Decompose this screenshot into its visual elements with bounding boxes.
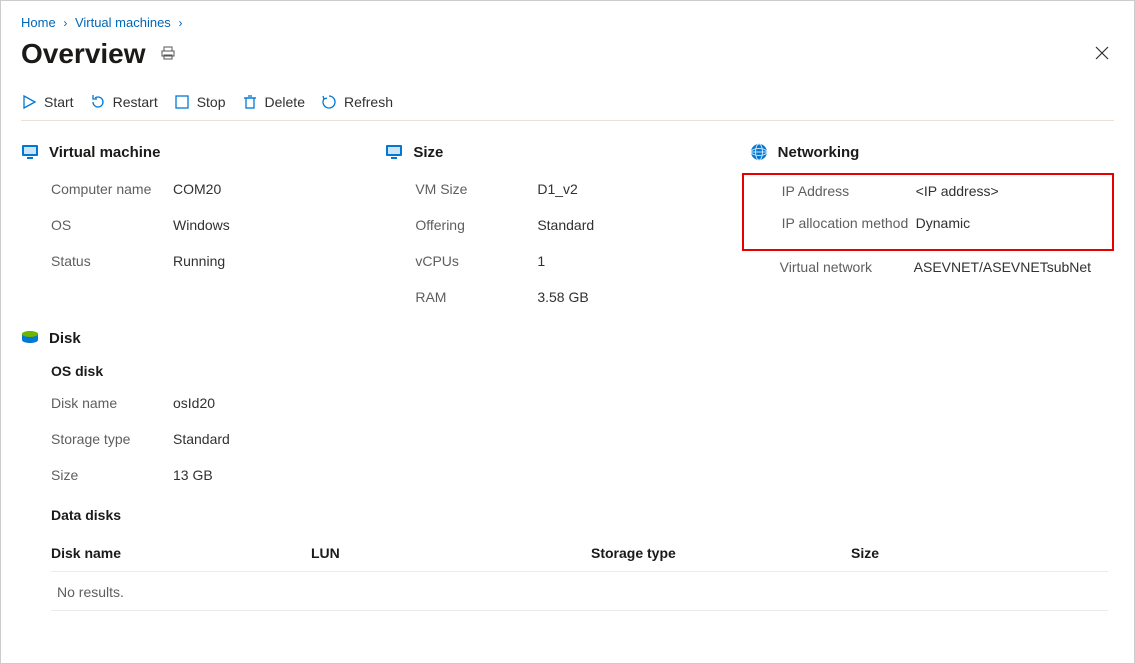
disk-name-label: Disk name	[51, 395, 173, 411]
stop-label: Stop	[197, 94, 226, 110]
stop-button[interactable]: Stop	[174, 94, 226, 110]
disk-section-title: Disk	[49, 330, 81, 347]
networking-section-title: Networking	[778, 144, 860, 161]
col-disk-name: Disk name	[51, 545, 311, 561]
ram-value: 3.58 GB	[537, 289, 588, 305]
monitor-icon	[385, 143, 403, 161]
status-value: Running	[173, 253, 225, 269]
data-disks-table-header: Disk name LUN Storage type Size	[51, 545, 1108, 572]
start-label: Start	[44, 94, 74, 110]
delete-label: Delete	[265, 94, 305, 110]
restart-button[interactable]: Restart	[90, 94, 158, 110]
status-label: Status	[51, 253, 173, 269]
chevron-right-icon: ›	[174, 16, 186, 30]
vnet-label: Virtual network	[780, 259, 914, 275]
ram-label: RAM	[415, 289, 537, 305]
computer-name-value: COM20	[173, 181, 221, 197]
disk-size-value: 13 GB	[173, 467, 213, 483]
toolbar: Start Restart Stop Delete Refresh	[21, 88, 1114, 121]
trash-icon	[242, 94, 258, 110]
offering-label: Offering	[415, 217, 537, 233]
storage-type-value: Standard	[173, 431, 230, 447]
vmsize-label: VM Size	[415, 181, 537, 197]
col-storage-type: Storage type	[591, 545, 851, 561]
stop-icon	[174, 94, 190, 110]
networking-highlight-box: IP Address<IP address> IP allocation met…	[742, 173, 1114, 251]
refresh-icon	[321, 94, 337, 110]
refresh-button[interactable]: Refresh	[321, 94, 393, 110]
offering-value: Standard	[537, 217, 594, 233]
col-lun: LUN	[311, 545, 591, 561]
print-icon[interactable]	[160, 45, 176, 64]
computer-name-label: Computer name	[51, 181, 173, 197]
disk-size-label: Size	[51, 467, 173, 483]
col-size: Size	[851, 545, 1108, 561]
ip-alloc-label: IP allocation method	[782, 215, 916, 231]
monitor-icon	[21, 143, 39, 161]
delete-button[interactable]: Delete	[242, 94, 305, 110]
vm-section-title: Virtual machine	[49, 144, 160, 161]
ip-address-label: IP Address	[782, 183, 916, 199]
close-icon[interactable]	[1094, 45, 1114, 64]
vcpus-value: 1	[537, 253, 545, 269]
start-button[interactable]: Start	[21, 94, 74, 110]
disk-icon	[21, 329, 39, 347]
storage-type-label: Storage type	[51, 431, 173, 447]
breadcrumb: Home › Virtual machines ›	[21, 11, 1114, 36]
chevron-right-icon: ›	[59, 16, 71, 30]
os-label: OS	[51, 217, 173, 233]
vmsize-value: D1_v2	[537, 181, 577, 197]
refresh-label: Refresh	[344, 94, 393, 110]
no-results-row: No results.	[51, 572, 1108, 611]
ip-address-value: <IP address>	[916, 183, 999, 199]
data-disks-heading: Data disks	[51, 507, 1114, 523]
size-section-title: Size	[413, 144, 443, 161]
disk-name-value: osId20	[173, 395, 215, 411]
breadcrumb-home[interactable]: Home	[21, 15, 56, 30]
os-disk-heading: OS disk	[51, 363, 1114, 379]
vnet-value: ASEVNET/ASEVNETsubNet	[914, 259, 1091, 275]
play-icon	[21, 94, 37, 110]
page-title: Overview	[21, 38, 146, 70]
globe-icon	[750, 143, 768, 161]
restart-label: Restart	[113, 94, 158, 110]
ip-alloc-value: Dynamic	[916, 215, 970, 231]
vcpus-label: vCPUs	[415, 253, 537, 269]
breadcrumb-vm[interactable]: Virtual machines	[75, 15, 171, 30]
restart-icon	[90, 94, 106, 110]
os-value: Windows	[173, 217, 230, 233]
